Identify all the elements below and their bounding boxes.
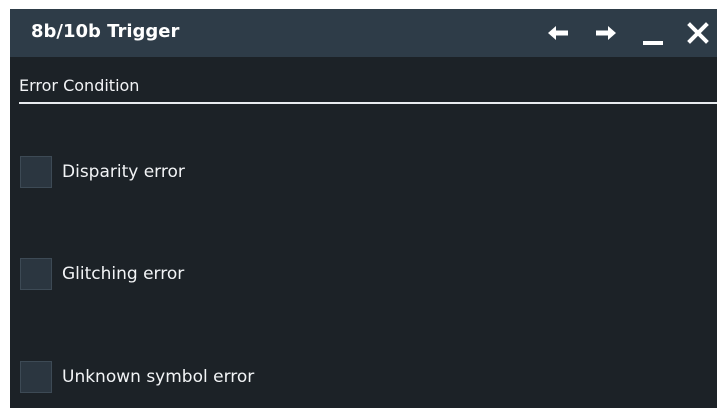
- disparity-error-label: Disparity error: [62, 162, 185, 182]
- section-label: Error Condition: [19, 76, 140, 95]
- close-icon: [687, 22, 709, 44]
- minimize-icon: [643, 41, 663, 45]
- glitching-error-label: Glitching error: [62, 264, 185, 284]
- forward-button[interactable]: [591, 18, 621, 48]
- arrow-right-icon: [596, 26, 616, 40]
- disparity-error-option[interactable]: Disparity error: [20, 156, 520, 190]
- trigger-dialog: 8b/10b Trigger Error Condition Disparity…: [10, 9, 717, 408]
- unknown-symbol-error-label: Unknown symbol error: [62, 367, 255, 387]
- glitching-error-option[interactable]: Glitching error: [20, 258, 520, 292]
- title-bar: 8b/10b Trigger: [10, 9, 717, 57]
- close-button[interactable]: [683, 18, 713, 48]
- section-header: Error Condition: [19, 72, 717, 104]
- unknown-symbol-error-checkbox[interactable]: [20, 361, 52, 393]
- back-button[interactable]: [543, 18, 573, 48]
- arrow-left-icon: [548, 26, 568, 40]
- minimize-button[interactable]: [638, 18, 668, 48]
- glitching-error-checkbox[interactable]: [20, 258, 52, 290]
- dialog-title: 8b/10b Trigger: [31, 21, 180, 42]
- disparity-error-checkbox[interactable]: [20, 156, 52, 188]
- unknown-symbol-error-option[interactable]: Unknown symbol error: [20, 361, 520, 395]
